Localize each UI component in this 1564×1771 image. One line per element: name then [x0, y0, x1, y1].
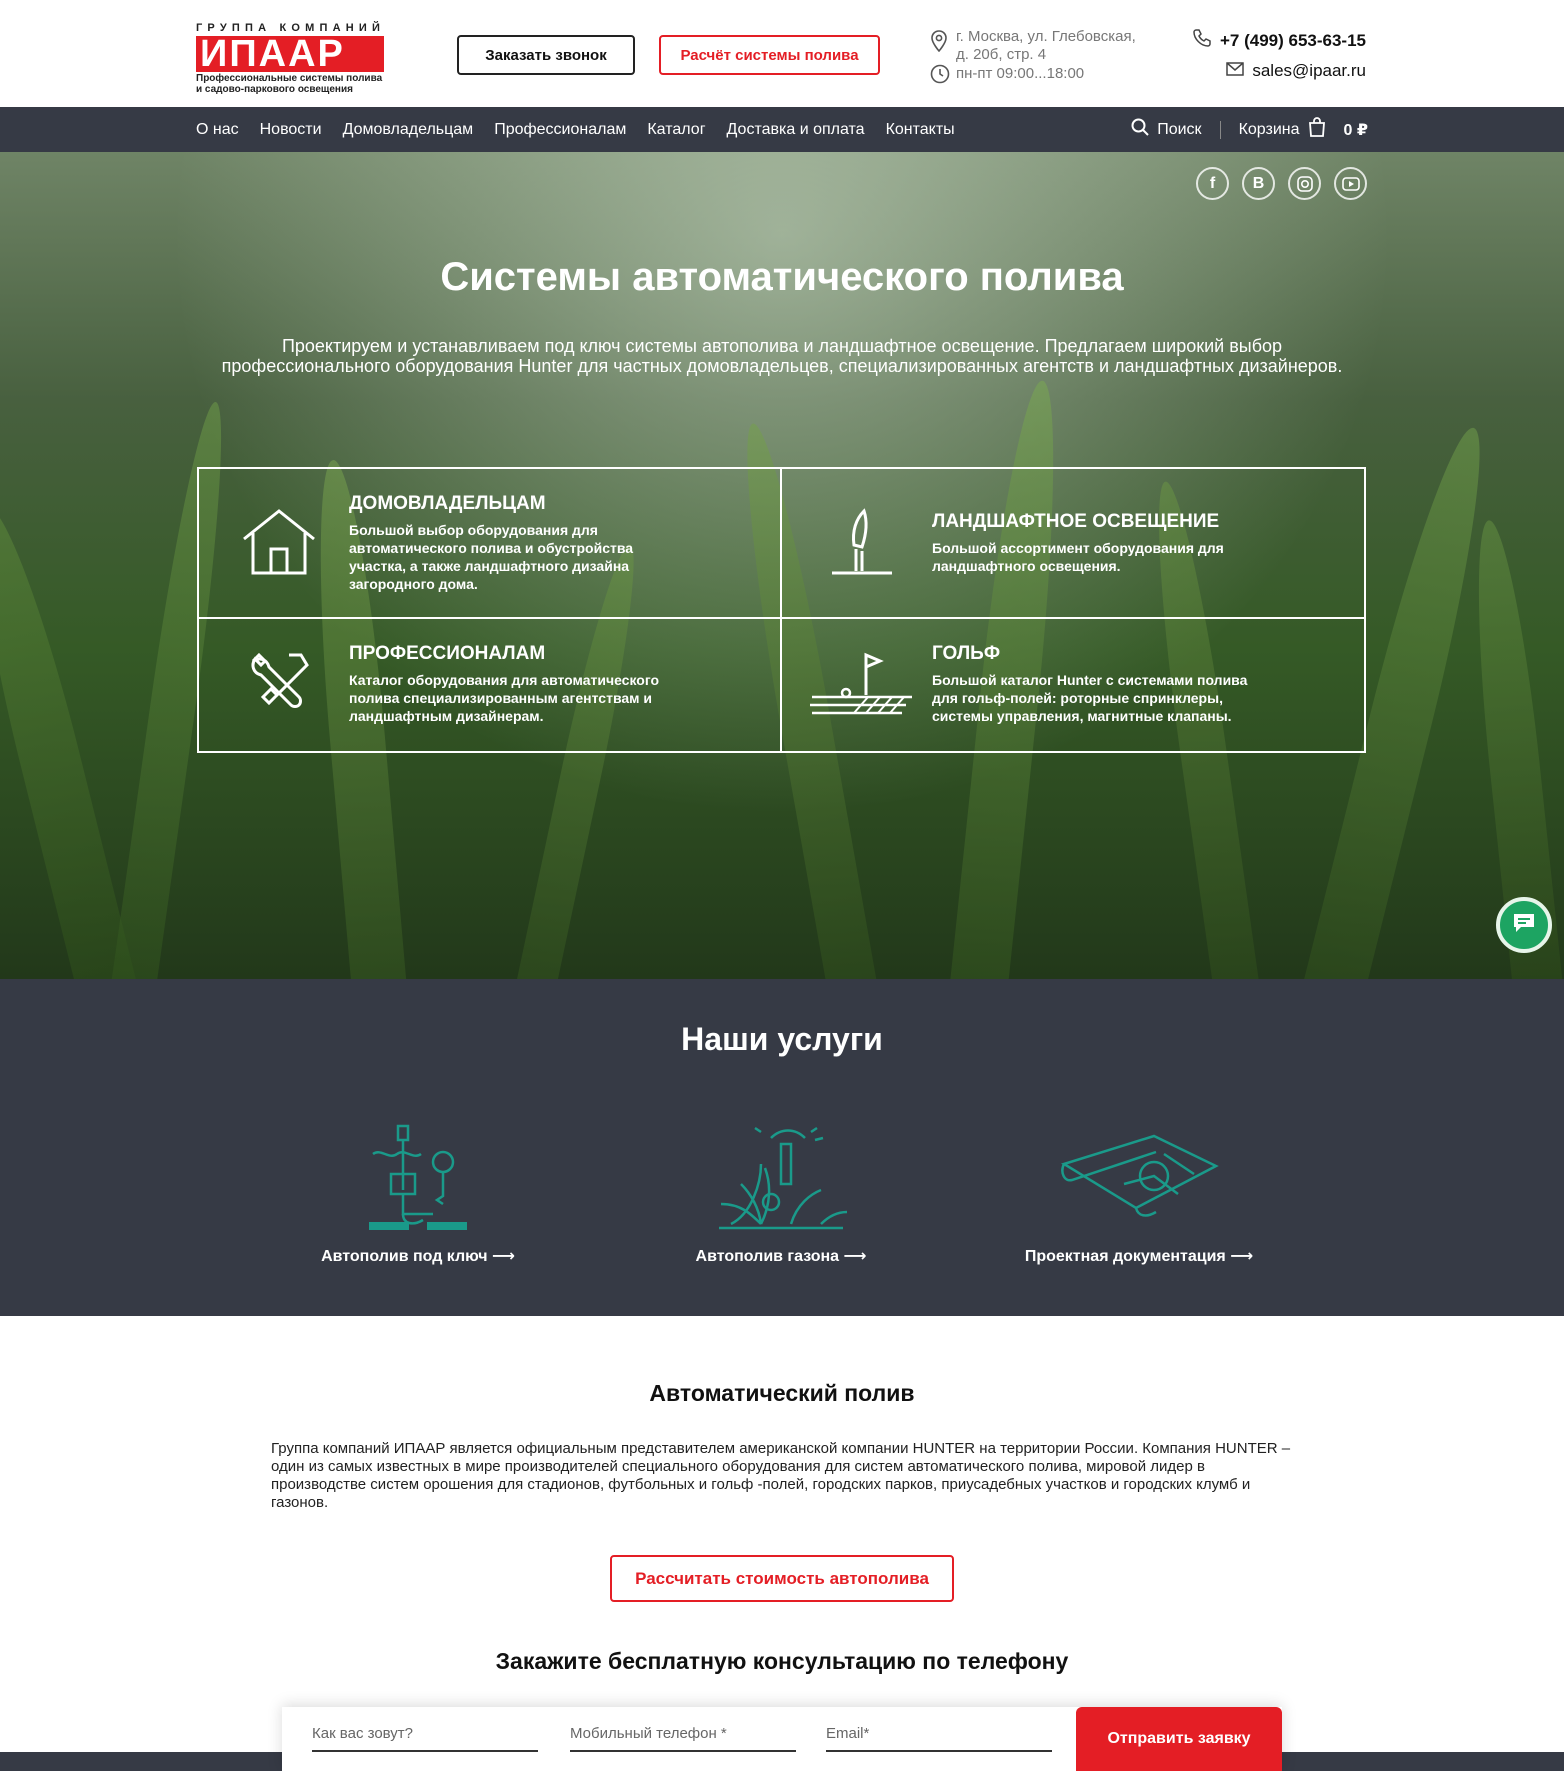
chat-widget-button[interactable] [1496, 897, 1552, 953]
working-hours: пн-пт 09:00...18:00 [956, 65, 1085, 82]
golf-flag-icon [808, 649, 918, 729]
service-documentation[interactable]: Проектная документация ⟶ [1004, 1124, 1274, 1266]
category-title: ГОЛЬФ [932, 643, 1001, 664]
service-turnkey[interactable]: Автополив под ключ ⟶ [288, 1124, 548, 1266]
category-landscape-lighting[interactable]: ЛАНДШАФТНОЕ ОСВЕЩЕНИЕ Большой ассортимен… [782, 469, 1364, 619]
phone-icon [1192, 28, 1212, 53]
about-title: Автоматический полив [649, 1380, 915, 1406]
email-field[interactable] [826, 1725, 1052, 1742]
cart-label: Корзина [1238, 120, 1300, 138]
arrow-right-icon: ⟶ [843, 1248, 867, 1265]
cart-total: 0 ₽ [1343, 121, 1368, 139]
youtube-icon[interactable] [1334, 167, 1367, 200]
address-block: г. Москва, ул. Глебовская, д. 20б, стр. … [930, 28, 1136, 64]
tools-icon [239, 649, 319, 729]
irrigation-key-icon [288, 1124, 548, 1234]
vk-icon[interactable]: B [1242, 167, 1275, 200]
search-button[interactable]: Поиск [1131, 118, 1202, 141]
nav-item-contacts[interactable]: Контакты [886, 121, 955, 139]
email-address: sales@ipaar.ru [1252, 61, 1366, 80]
consultation-title: Закажите бесплатную консультацию по теле… [495, 1648, 1069, 1674]
service-lawn[interactable]: Автополив газона ⟶ [651, 1124, 911, 1266]
submit-request-button[interactable]: Отправить заявку [1076, 1707, 1282, 1771]
services-title: Наши услуги [681, 1021, 883, 1057]
phone-field-wrap [570, 1725, 796, 1752]
nav-item-homeowners[interactable]: Домовладельцам [343, 121, 474, 139]
email-field-wrap [826, 1725, 1052, 1752]
instagram-icon[interactable] [1288, 167, 1321, 200]
main-nav: О нас Новости Домовладельцам Профессиона… [0, 107, 1564, 152]
garden-lamp-icon [822, 507, 902, 587]
site-header: ГРУППА КОМПАНИЙ ИПААР Профессиональные с… [0, 0, 1564, 107]
about-text: Группа компаний ИПААР является официальн… [271, 1440, 1291, 1511]
nav-divider [1219, 120, 1221, 139]
facebook-icon[interactable]: f [1196, 167, 1229, 200]
address-line1: г. Москва, ул. Глебовская, [956, 28, 1136, 45]
category-golf[interactable]: ГОЛЬФ Большой каталог Hunter с системами… [782, 619, 1364, 751]
nav-item-professionals[interactable]: Профессионалам [494, 121, 626, 139]
irrigation-calc-button[interactable]: Расчёт системы полива [659, 35, 880, 75]
service-label: Проектная документация ⟶ [1024, 1248, 1254, 1265]
shopping-bag-icon [1308, 117, 1326, 142]
arrow-right-icon: ⟶ [491, 1248, 515, 1265]
hero-section: f B Системы автоматического полива Проек… [0, 152, 1564, 979]
service-label: Автополив под ключ ⟶ [321, 1248, 515, 1265]
category-title: ЛАНДШАФТНОЕ ОСВЕЩЕНИЕ [932, 511, 1220, 532]
phone-field[interactable] [570, 1725, 796, 1742]
category-professionals[interactable]: ПРОФЕССИОНАЛАМ Каталог оборудования для … [199, 619, 782, 751]
nav-item-news[interactable]: Новости [260, 121, 322, 139]
cart-button[interactable]: Корзина 0 ₽ [1239, 117, 1368, 142]
category-homeowners[interactable]: ДОМОВЛАДЕЛЬЦАМ Большой выбор оборудовани… [199, 469, 782, 619]
name-field[interactable] [312, 1725, 538, 1742]
lawn-sprinkler-icon [651, 1124, 911, 1234]
services-section: Наши услуги Автополив под ключ ⟶ Автопол… [0, 979, 1564, 1316]
chat-bubble-icon [1511, 911, 1537, 940]
envelope-icon [1226, 61, 1245, 81]
nav-item-delivery[interactable]: Доставка и оплата [727, 121, 865, 139]
phone-number: +7 (499) 653-63-15 [1219, 30, 1366, 50]
search-label: Поиск [1157, 120, 1202, 138]
logo-sub-line2: и садово-паркового освещения [196, 84, 353, 95]
map-pin-icon [930, 30, 948, 57]
search-icon [1131, 118, 1149, 141]
arrow-right-icon: ⟶ [1230, 1248, 1254, 1265]
category-text: Большой выбор оборудования для автоматич… [349, 522, 634, 592]
grass-decoration [0, 499, 143, 979]
category-title: ПРОФЕССИОНАЛАМ [349, 643, 546, 664]
company-logo[interactable]: ГРУППА КОМПАНИЙ ИПААР Профессиональные с… [196, 22, 386, 95]
category-grid: ДОМОВЛАДЕЛЬЦАМ Большой выбор оборудовани… [197, 467, 1366, 753]
category-text: Большой каталог Hunter с системами полив… [932, 672, 1248, 724]
category-text: Большой ассортимент оборудования для лан… [932, 540, 1224, 574]
house-icon [239, 507, 319, 587]
order-call-button[interactable]: Заказать звонок [457, 35, 635, 75]
nav-item-about[interactable]: О нас [196, 121, 239, 139]
name-field-wrap [312, 1725, 538, 1752]
hero-description: Проектируем и устанавливаем под ключ сис… [221, 336, 1343, 376]
category-title: ДОМОВЛАДЕЛЬЦАМ [349, 493, 546, 514]
hours-block: пн-пт 09:00...18:00 [930, 64, 1085, 84]
nav-item-catalog[interactable]: Каталог [647, 121, 705, 139]
address-line2: д. 20б, стр. 4 [956, 46, 1047, 63]
consultation-form: Отправить заявку [282, 1707, 1282, 1771]
email-link[interactable]: sales@ipaar.ru [1226, 61, 1366, 81]
blueprint-icon [1004, 1124, 1274, 1234]
clock-icon [930, 64, 950, 88]
logo-sub-line1: Профессиональные системы полива [196, 73, 383, 84]
hero-title: Системы автоматического полива [440, 255, 1124, 299]
social-links: f B [1196, 167, 1367, 200]
logo-main-text: ИПААР [196, 35, 384, 73]
phone-link[interactable]: +7 (499) 653-63-15 [1192, 28, 1366, 53]
category-text: Каталог оборудования для автоматического… [349, 672, 660, 724]
service-label: Автополив газона ⟶ [695, 1248, 867, 1265]
calculate-cost-button[interactable]: Рассчитать стоимость автополива [610, 1555, 954, 1602]
